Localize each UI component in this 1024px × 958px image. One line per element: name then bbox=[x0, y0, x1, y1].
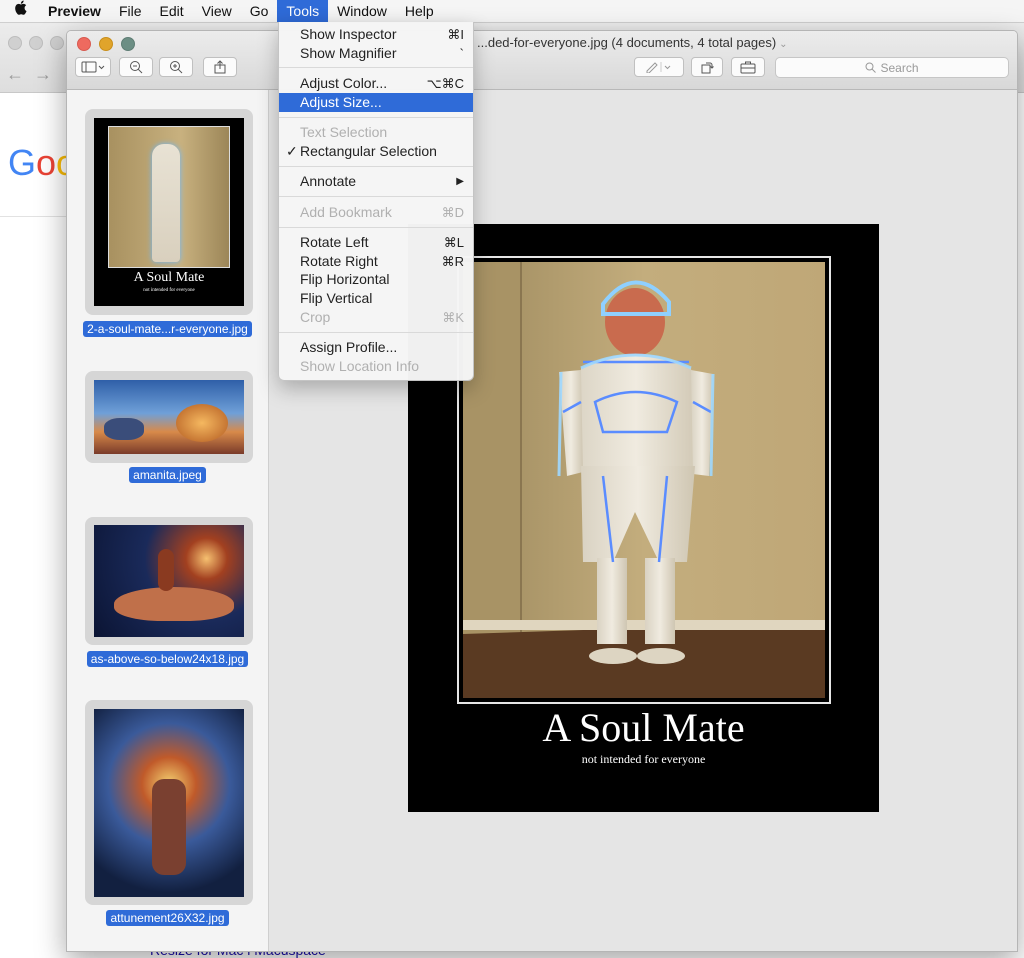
sidebar-toggle-button[interactable] bbox=[75, 57, 111, 77]
share-button[interactable] bbox=[203, 57, 237, 77]
poster-photo bbox=[463, 262, 825, 698]
menu-item-flip-horizontal[interactable]: Flip Horizontal bbox=[279, 270, 473, 289]
thumbnail-subtitle: not intended for everyone bbox=[143, 288, 195, 293]
zoom-out-button[interactable] bbox=[119, 57, 153, 77]
menu-tools[interactable]: Tools bbox=[277, 0, 329, 22]
menu-separator bbox=[279, 227, 473, 228]
zoom-out-icon bbox=[130, 61, 143, 74]
window-title: ...ded-for-everyone.jpg (4 documents, 4 … bbox=[477, 35, 788, 50]
menu-bar: Preview File Edit View Go Tools Window H… bbox=[0, 0, 1024, 23]
menu-separator bbox=[279, 67, 473, 68]
menu-go[interactable]: Go bbox=[241, 0, 278, 22]
thumbnail-label[interactable]: 2-a-soul-mate...r-everyone.jpg bbox=[67, 321, 268, 337]
menu-item-show-location-info[interactable]: Show Location Info bbox=[279, 357, 473, 376]
menu-item-flip-vertical[interactable]: Flip Vertical bbox=[279, 289, 473, 308]
zoom-in-button[interactable] bbox=[159, 57, 193, 77]
menu-file[interactable]: File bbox=[110, 0, 151, 22]
menu-item-text-selection[interactable]: Text Selection bbox=[279, 123, 473, 142]
menu-item-assign-profile[interactable]: Assign Profile... bbox=[279, 338, 473, 357]
poster-frame bbox=[457, 256, 831, 704]
thumbnail-title: A Soul Mate bbox=[133, 270, 205, 285]
minimize-button[interactable] bbox=[99, 37, 113, 51]
search-icon bbox=[865, 62, 877, 73]
menu-item-adjust-size[interactable]: Adjust Size... bbox=[279, 93, 473, 112]
menu-item-show-inspector[interactable]: Show Inspector ⌘I bbox=[279, 25, 473, 44]
menu-item-adjust-color[interactable]: Adjust Color... ⌥⌘C bbox=[279, 74, 473, 93]
person-costume-illustration bbox=[463, 262, 825, 698]
tools-menu: Show Inspector ⌘I Show Magnifier ` Adjust … bbox=[278, 22, 474, 381]
thumbnail-label[interactable]: amanita.jpeg bbox=[67, 467, 268, 483]
document-image: A Soul Mate not intended for everyone bbox=[408, 224, 879, 812]
menu-item-show-magnifier[interactable]: Show Magnifier ` bbox=[279, 44, 473, 63]
window-traffic-lights bbox=[77, 37, 135, 51]
thumbnail-attunement[interactable] bbox=[85, 700, 253, 905]
menu-item-add-bookmark[interactable]: Add Bookmark ⌘D bbox=[279, 203, 473, 222]
menu-separator bbox=[279, 196, 473, 197]
menu-edit[interactable]: Edit bbox=[151, 0, 193, 22]
preview-window: ...ded-for-everyone.jpg (4 documents, 4 … bbox=[66, 30, 1018, 952]
close-button[interactable] bbox=[77, 37, 91, 51]
menu-item-rotate-right[interactable]: Rotate Right ⌘R bbox=[279, 252, 473, 271]
sidebar-icon bbox=[81, 61, 105, 73]
thumbnail-image bbox=[94, 525, 244, 637]
submenu-arrow-icon: ▶ bbox=[456, 176, 464, 187]
thumbnail-amanita[interactable] bbox=[85, 371, 253, 463]
pen-icon bbox=[646, 62, 671, 73]
thumbnail-image: A Soul Mate not intended for everyone bbox=[94, 118, 244, 306]
chevron-down-icon: ⌄ bbox=[779, 39, 788, 50]
thumbnail-sidebar: A Soul Mate not intended for everyone 2-… bbox=[67, 90, 269, 951]
apple-menu-icon[interactable] bbox=[0, 0, 39, 22]
menu-help[interactable]: Help bbox=[396, 0, 443, 22]
thumbnail-image bbox=[94, 708, 244, 897]
menu-item-annotate[interactable]: Annotate ▶ bbox=[279, 172, 473, 191]
menu-separator bbox=[279, 117, 473, 118]
thumbnail-image bbox=[94, 380, 244, 454]
menu-item-rotate-left[interactable]: Rotate Left ⌘L bbox=[279, 233, 473, 252]
zoom-in-icon bbox=[170, 61, 183, 74]
markup-button[interactable] bbox=[634, 57, 684, 77]
toolbox-button[interactable] bbox=[731, 57, 765, 77]
thumbnail-label[interactable]: as-above-so-below24x18.jpg bbox=[67, 651, 268, 667]
menu-separator bbox=[279, 166, 473, 167]
title-bar: ...ded-for-everyone.jpg (4 documents, 4 … bbox=[67, 31, 1017, 90]
share-icon bbox=[214, 60, 226, 74]
menu-window[interactable]: Window bbox=[328, 0, 396, 22]
poster-title: A Soul Mate bbox=[542, 705, 745, 750]
checkmark-icon: ✓ bbox=[286, 143, 298, 159]
browser-nav-arrows-icon[interactable]: ←→ bbox=[6, 64, 62, 85]
menu-view[interactable]: View bbox=[193, 0, 241, 22]
menu-item-rectangular-selection[interactable]: ✓ Rectangular Selection bbox=[279, 142, 473, 161]
poster-subtitle: not intended for everyone bbox=[581, 752, 706, 766]
toolbox-icon bbox=[740, 61, 756, 73]
thumbnail-as-above-so-below[interactable] bbox=[85, 517, 253, 645]
thumbnail-label[interactable]: attunement26X32.jpg bbox=[67, 910, 268, 926]
thumbnail-soul-mate[interactable]: A Soul Mate not intended for everyone bbox=[85, 109, 253, 315]
menu-separator bbox=[279, 332, 473, 333]
menu-item-crop[interactable]: Crop ⌘K bbox=[279, 308, 473, 327]
rotate-button[interactable] bbox=[691, 57, 723, 77]
browser-traffic-lights bbox=[8, 36, 64, 50]
search-placeholder: Search bbox=[880, 60, 919, 75]
divider bbox=[0, 216, 70, 217]
zoom-button[interactable] bbox=[121, 37, 135, 51]
menu-app-preview[interactable]: Preview bbox=[39, 0, 110, 22]
rotate-icon bbox=[701, 62, 714, 74]
search-input[interactable]: Search bbox=[775, 57, 1009, 78]
